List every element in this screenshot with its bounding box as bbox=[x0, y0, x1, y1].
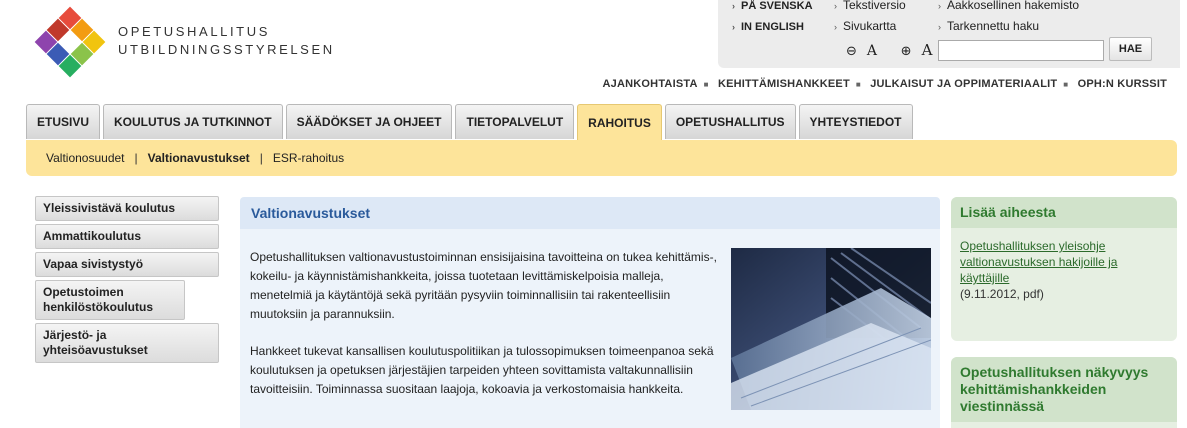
search-button[interactable]: HAE bbox=[1109, 37, 1152, 61]
arrow-icon: › bbox=[732, 22, 735, 32]
link-pa-svenska[interactable]: › PÅ SVENSKA bbox=[732, 0, 813, 12]
brand-line-1: OPETUSHALLITUS bbox=[118, 24, 270, 39]
page-title: Valtionavustukset bbox=[240, 197, 940, 229]
secondary-nav-ajankohtaista[interactable]: AJANKOHTAISTA bbox=[603, 78, 698, 90]
tab-etusivu[interactable]: ETUSIVU bbox=[26, 104, 101, 139]
sidebar-item-jarjestoavustukset[interactable]: Järjestö- ja yhteisöavustukset bbox=[35, 323, 219, 363]
tab-saadokset-ja-ohjeet[interactable]: SÄÄDÖKSET JA OHJEET bbox=[285, 104, 453, 139]
link-tarkennettu-haku[interactable]: › Tarkennettu haku bbox=[938, 19, 1039, 33]
tab-opetushallitus[interactable]: OPETUSHALLITUS bbox=[664, 104, 796, 139]
content-paragraph-1: Opetushallituksen valtionavustustoiminna… bbox=[250, 250, 717, 321]
zoom-out-icon: ⊖ bbox=[846, 43, 857, 58]
arrow-icon: › bbox=[834, 1, 837, 11]
related-link-meta: (9.11.2012, pdf) bbox=[960, 287, 1044, 301]
secondary-nav-julkaisut[interactable]: JULKAISUT JA OPPIMATERIAALIT bbox=[870, 78, 1057, 90]
zoom-out-button[interactable]: ⊖ A bbox=[846, 43, 887, 59]
link-tekstiversio[interactable]: › Tekstiversio bbox=[834, 0, 906, 12]
secondary-nav: AJANKOHTAISTA ■ KEHITTÄMISHANKKEET ■ JULKA… bbox=[603, 78, 1167, 90]
subnav-valtionosuudet[interactable]: Valtionosuudet bbox=[46, 151, 125, 165]
link-sivukartta[interactable]: › Sivukartta bbox=[834, 19, 896, 33]
visibility-box: Opetushallituksen näkyvyys kehittämishan… bbox=[951, 357, 1177, 428]
content-body: Opetushallituksen valtionavustustoiminna… bbox=[240, 229, 940, 428]
sidebar-item-vapaa-sivistystyo[interactable]: Vapaa sivistystyö bbox=[35, 252, 219, 277]
related-box-title: Lisää aiheesta bbox=[951, 197, 1177, 228]
search-input[interactable] bbox=[938, 40, 1104, 61]
secondary-nav-kurssit[interactable]: OPH:N KURSSIT bbox=[1078, 78, 1167, 90]
separator: ■ bbox=[703, 80, 709, 89]
brand-line-2: UTBILDNINGSSTYRELSEN bbox=[118, 42, 335, 57]
zoom-in-button[interactable]: ⊕ A bbox=[900, 41, 943, 59]
separator: ■ bbox=[1063, 80, 1069, 89]
subnav-esr-rahoitus[interactable]: ESR-rahoitus bbox=[273, 151, 344, 165]
separator: ■ bbox=[855, 80, 861, 89]
visibility-box-title: Opetushallituksen näkyvyys kehittämishan… bbox=[951, 357, 1177, 422]
separator: | bbox=[259, 151, 263, 165]
related-link-yleisohje[interactable]: Opetushallituksen yleisohje valtionavust… bbox=[951, 238, 1177, 286]
sidebar-item-label: Järjestö- ja yhteisöavustukset bbox=[43, 328, 148, 357]
tab-koulutus-ja-tutkinnot[interactable]: KOULUTUS JA TUTKINNOT bbox=[103, 104, 283, 139]
banknotes-image bbox=[731, 248, 931, 410]
text-zoom-controls: ⊖ A ⊕ A bbox=[846, 41, 952, 59]
sidebar: Yleissivistävä koulutus Ammattikoulutus … bbox=[35, 196, 219, 366]
separator: | bbox=[134, 151, 138, 165]
sidebar-item-henkilostokoulutus[interactable]: Opetustoimen henkilöstökoulutus bbox=[35, 280, 185, 320]
main-tabs: ETUSIVU KOULUTUS JA TUTKINNOT SÄÄDÖKSET … bbox=[26, 104, 913, 141]
related-box-body: Opetushallituksen yleisohje valtionavust… bbox=[951, 228, 1177, 302]
link-in-english[interactable]: › IN ENGLISH bbox=[732, 21, 804, 33]
tab-yhteystiedot[interactable]: YHTEYSTIEDOT bbox=[798, 104, 913, 139]
arrow-icon: › bbox=[732, 1, 735, 11]
arrow-icon: › bbox=[834, 22, 837, 32]
tab-tietopalvelut[interactable]: TIETOPALVELUT bbox=[455, 104, 575, 139]
content-paragraph-2: Hankkeet tukevat kansallisen koulutuspol… bbox=[250, 344, 714, 396]
secondary-nav-kehittamishankkeet[interactable]: KEHITTÄMISHANKKEET bbox=[718, 78, 850, 90]
arrow-icon: › bbox=[938, 22, 941, 32]
sub-navigation: Valtionosuudet | Valtionavustukset | ESR… bbox=[26, 140, 1177, 176]
link-aakkosellinen-hakemisto[interactable]: › Aakkosellinen hakemisto bbox=[938, 0, 1079, 12]
sidebar-item-yleissivistava-koulutus[interactable]: Yleissivistävä koulutus bbox=[35, 196, 219, 221]
arrow-icon: › bbox=[938, 1, 941, 11]
tab-rahoitus[interactable]: RAHOITUS bbox=[577, 104, 662, 141]
opetushallitus-logo[interactable] bbox=[34, 6, 106, 78]
zoom-in-icon: ⊕ bbox=[900, 43, 912, 58]
sidebar-item-ammattikoulutus[interactable]: Ammattikoulutus bbox=[35, 224, 219, 249]
logo-wordmark: OPETUSHALLITUS UTBILDNINGSSTYRELSEN bbox=[118, 23, 335, 59]
related-box: Lisää aiheesta Opetushallituksen yleisoh… bbox=[951, 197, 1177, 341]
subnav-valtionavustukset[interactable]: Valtionavustukset bbox=[148, 151, 250, 165]
